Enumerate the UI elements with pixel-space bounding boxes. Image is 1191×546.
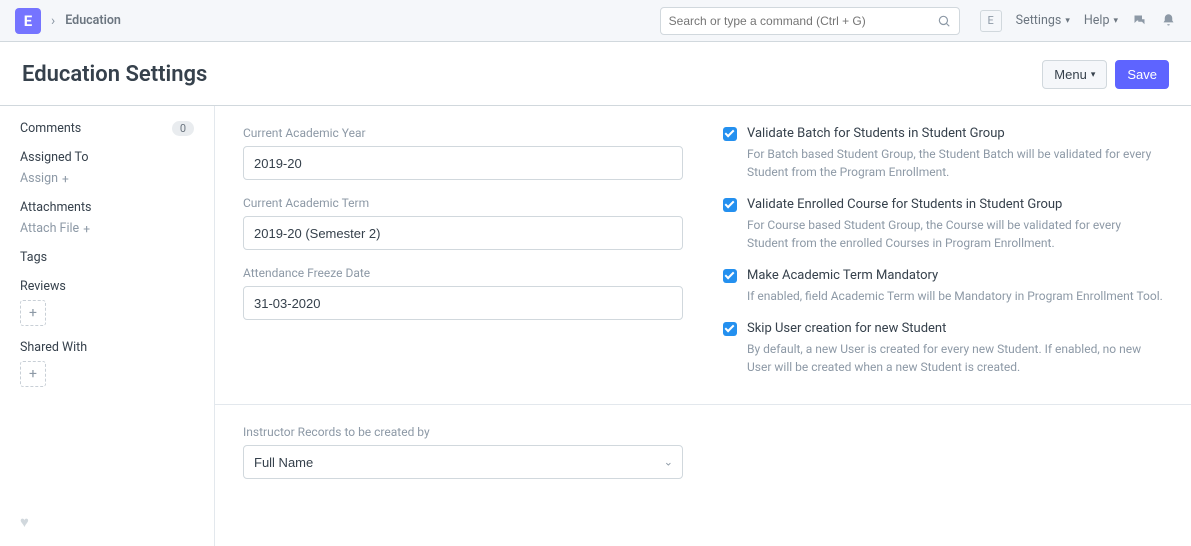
page-actions: Menu ▾ Save (1042, 60, 1169, 89)
chevron-right-icon: › (51, 13, 55, 29)
comments-count-badge: 0 (172, 121, 194, 136)
academic-year-input[interactable] (243, 146, 683, 180)
heart-icon[interactable]: ♥ (20, 513, 29, 531)
plus-icon: + (29, 366, 37, 382)
chat-icon[interactable] (1132, 13, 1147, 28)
help-menu[interactable]: Help▾ (1084, 13, 1118, 28)
search-icon (937, 14, 951, 28)
caret-down-icon: ▾ (1113, 16, 1118, 26)
academic-year-label: Current Academic Year (243, 126, 683, 140)
reviews-label: Reviews (20, 279, 194, 294)
validate-batch-desc: For Batch based Student Group, the Stude… (747, 145, 1163, 181)
skip-user-label: Skip User creation for new Student (747, 321, 946, 336)
assigned-to-label: Assigned To (20, 150, 194, 165)
help-label: Help (1084, 13, 1110, 28)
check-term-mandatory: Make Academic Term Mandatory If enabled,… (723, 268, 1163, 305)
shared-with-label: Shared With (20, 340, 194, 355)
layout: Comments 0 Assigned To Assign + Attachmen… (0, 105, 1191, 546)
field-instructor-by: Instructor Records to be created by ⌄ (243, 425, 683, 479)
field-academic-year: Current Academic Year (243, 126, 683, 180)
add-share-button[interactable]: + (20, 361, 46, 387)
comments-label: Comments (20, 121, 81, 136)
settings-menu[interactable]: Settings▾ (1016, 13, 1070, 28)
term-mandatory-desc: If enabled, field Academic Term will be … (747, 287, 1163, 305)
assign-link-label: Assign (20, 171, 58, 186)
academic-term-input[interactable] (243, 216, 683, 250)
validate-course-desc: For Course based Student Group, the Cour… (747, 216, 1163, 252)
bell-icon[interactable] (1161, 13, 1176, 28)
check-validate-batch: Validate Batch for Students in Student G… (723, 126, 1163, 181)
validate-batch-checkbox[interactable] (723, 127, 737, 141)
validate-batch-label: Validate Batch for Students in Student G… (747, 126, 1005, 141)
caret-down-icon: ▾ (1065, 16, 1070, 26)
caret-down-icon: ▾ (1091, 69, 1096, 80)
attach-file-link[interactable]: Attach File + (20, 221, 90, 236)
form-col-instructor: Instructor Records to be created by ⌄ (243, 425, 683, 479)
add-review-button[interactable]: + (20, 300, 46, 326)
instructor-by-select[interactable] (243, 445, 683, 479)
menu-button-label: Menu (1054, 67, 1087, 82)
workspace-switcher[interactable]: E (980, 10, 1002, 32)
save-button[interactable]: Save (1115, 60, 1169, 89)
check-skip-user: Skip User creation for new Student By de… (723, 321, 1163, 376)
plus-icon: + (83, 222, 90, 236)
sidebar-comments[interactable]: Comments 0 (20, 121, 194, 136)
attach-file-label: Attach File (20, 221, 79, 236)
app-logo[interactable]: E (15, 8, 41, 34)
form-section-instructor: Instructor Records to be created by ⌄ (215, 405, 1191, 507)
field-academic-term: Current Academic Term (243, 196, 683, 250)
freeze-date-input[interactable] (243, 286, 683, 320)
sidebar-assigned: Assigned To Assign + (20, 150, 194, 186)
form-section-main: Current Academic Year Current Academic T… (215, 106, 1191, 405)
search-box[interactable] (660, 7, 960, 35)
sidebar-attachments: Attachments Attach File + (20, 200, 194, 236)
nav-right: E Settings▾ Help▾ (980, 10, 1176, 32)
plus-icon: + (62, 172, 69, 186)
nav-center (660, 7, 960, 35)
page-head: Education Settings Menu ▾ Save (0, 42, 1191, 105)
skip-user-desc: By default, a new User is created for ev… (747, 340, 1163, 376)
form-col-left: Current Academic Year Current Academic T… (243, 126, 683, 376)
nav-left: E › Education (15, 8, 121, 34)
page-title: Education Settings (22, 62, 207, 87)
term-mandatory-label: Make Academic Term Mandatory (747, 268, 938, 283)
sidebar-reviews: Reviews + (20, 279, 194, 326)
skip-user-checkbox[interactable] (723, 322, 737, 336)
validate-course-label: Validate Enrolled Course for Students in… (747, 197, 1062, 212)
sidebar-shared: Shared With + (20, 340, 194, 387)
instructor-by-label: Instructor Records to be created by (243, 425, 683, 439)
attachments-label: Attachments (20, 200, 194, 215)
term-mandatory-checkbox[interactable] (723, 269, 737, 283)
tags-label: Tags (20, 250, 194, 265)
check-validate-course: Validate Enrolled Course for Students in… (723, 197, 1163, 252)
menu-button[interactable]: Menu ▾ (1042, 60, 1107, 89)
field-freeze-date: Attendance Freeze Date (243, 266, 683, 320)
breadcrumb[interactable]: Education (65, 13, 121, 28)
form-col-right: Validate Batch for Students in Student G… (723, 126, 1163, 376)
academic-term-label: Current Academic Term (243, 196, 683, 210)
sidebar: Comments 0 Assigned To Assign + Attachmen… (0, 106, 215, 546)
settings-label: Settings (1016, 13, 1062, 28)
assign-link[interactable]: Assign + (20, 171, 69, 186)
validate-course-checkbox[interactable] (723, 198, 737, 212)
freeze-date-label: Attendance Freeze Date (243, 266, 683, 280)
search-input[interactable] (669, 14, 937, 28)
plus-icon: + (29, 305, 37, 321)
navbar: E › Education E Settings▾ Help▾ (0, 0, 1191, 42)
form-area: Current Academic Year Current Academic T… (215, 106, 1191, 546)
